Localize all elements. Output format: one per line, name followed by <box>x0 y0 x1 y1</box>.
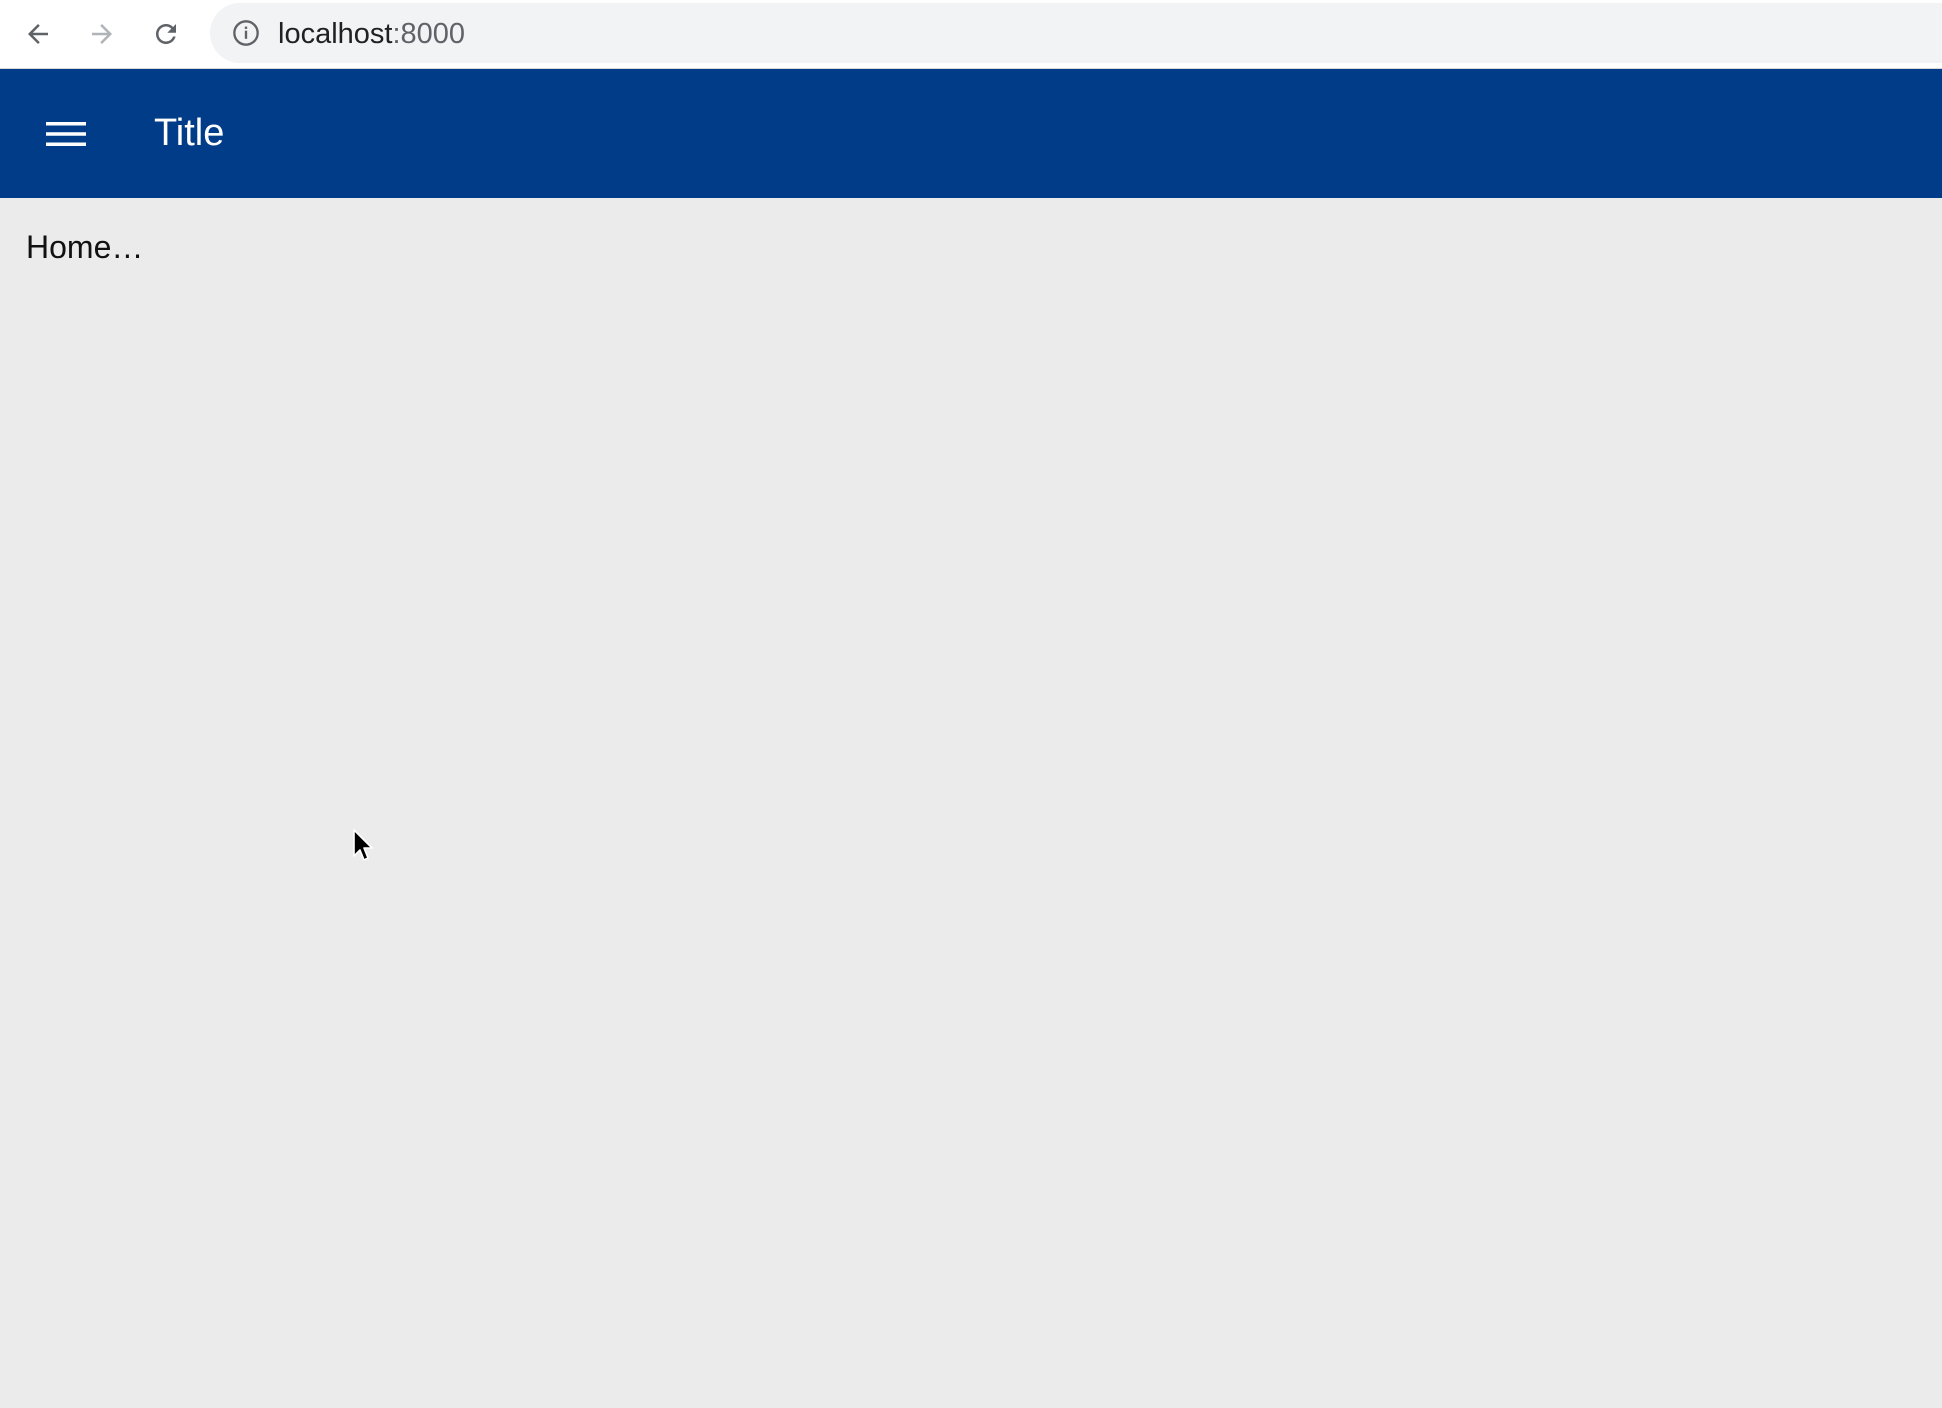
url-port: :8000 <box>392 18 466 50</box>
info-icon[interactable] <box>232 19 260 47</box>
arrow-right-icon <box>92 24 112 44</box>
app-bar: Title <box>0 69 1942 198</box>
reload-button[interactable] <box>146 14 186 54</box>
home-text: Home… <box>26 229 144 265</box>
address-bar[interactable]: localhost:8000 <box>210 3 1942 63</box>
page-title: Title <box>154 112 225 154</box>
main-content: Home… <box>0 198 1942 1408</box>
forward-button[interactable] <box>82 14 122 54</box>
url-host: localhost <box>278 18 393 50</box>
browser-toolbar: localhost:8000 <box>0 0 1942 69</box>
reload-icon <box>156 24 176 44</box>
back-button[interactable] <box>18 14 58 54</box>
hamburger-menu-icon[interactable] <box>41 116 91 152</box>
arrow-left-icon <box>28 24 48 44</box>
mouse-pointer-icon <box>353 829 373 861</box>
url-text[interactable]: localhost:8000 <box>278 17 465 51</box>
